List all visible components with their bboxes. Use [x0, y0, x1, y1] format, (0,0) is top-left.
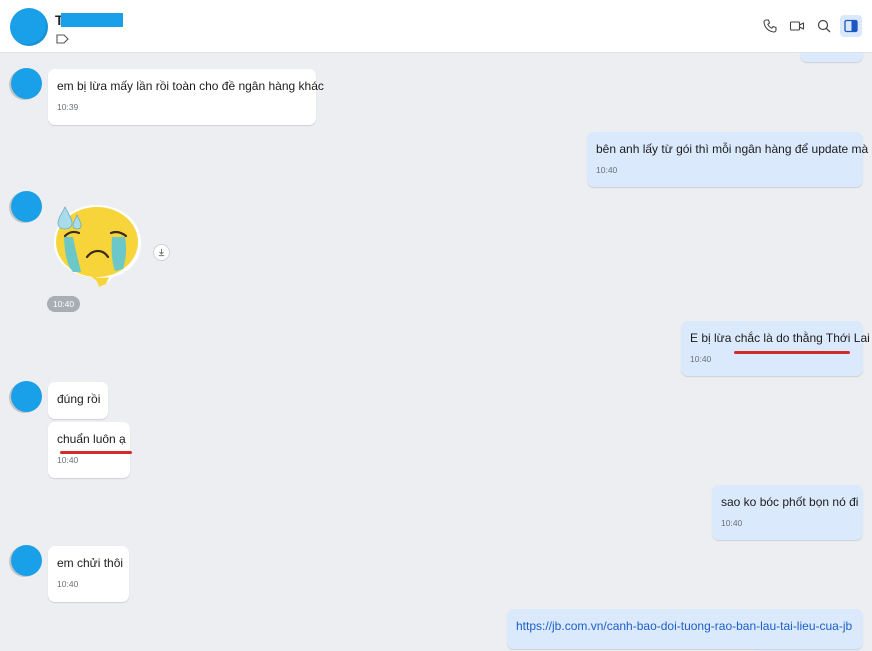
sender-avatar[interactable] [11, 545, 42, 576]
sender-avatar[interactable] [11, 381, 42, 412]
sticker-time-badge: 10:40 [47, 296, 80, 312]
message-text: bên anh lấy từ gói thì mỗi ngân hàng để … [596, 142, 869, 156]
annotation-underline [60, 451, 132, 454]
message-bubble-received[interactable]: em bị lừa mấy lần rồi toàn cho đề ngân h… [48, 69, 324, 125]
chat-header: T [0, 0, 872, 53]
tag-icon[interactable] [56, 34, 69, 44]
message-text: đúng rồi [57, 392, 101, 406]
phone-icon[interactable] [760, 16, 780, 36]
message-time: 10:40 [721, 518, 743, 528]
message-bubble-sent-link[interactable]: https://jb.com.vn/canh-bao-doi-tuong-rao… [507, 609, 863, 649]
video-call-icon[interactable] [787, 16, 807, 36]
message-text: em chửi thôi [57, 556, 124, 570]
sender-avatar[interactable] [11, 68, 42, 99]
download-icon [158, 248, 165, 257]
crying-sweat-emoji-sticker[interactable] [51, 201, 143, 289]
message-list[interactable]: em bị lừa mấy lần rồi toàn cho đề ngân h… [0, 53, 872, 651]
message-bubble-received[interactable]: đúng rồi [48, 382, 108, 419]
download-button[interactable] [153, 244, 170, 261]
message-text: sao ko bóc phốt bọn nó đi [721, 495, 859, 509]
annotation-underline [734, 351, 850, 354]
message-time: 10:40 [57, 455, 79, 465]
search-icon[interactable] [814, 16, 834, 36]
message-bubble-sent[interactable]: E bị lừa chắc là do thằng Thới Lai 10:40 [681, 321, 870, 376]
message-time: 10:40 [57, 579, 79, 589]
name-redaction [61, 13, 123, 27]
message-bubble-received[interactable]: em chửi thôi 10:40 [48, 546, 129, 602]
message-text: em bị lừa mấy lần rồi toàn cho đề ngân h… [57, 79, 324, 93]
contact-avatar[interactable] [10, 8, 48, 46]
sender-avatar[interactable] [11, 191, 42, 222]
message-text: chuẩn luôn ạ [57, 432, 126, 446]
message-time: 10:40 [690, 354, 712, 364]
message-bubble-sent[interactable]: sao ko bóc phốt bọn nó đi 10:40 [712, 485, 863, 540]
message-bubble-received[interactable]: chuẩn luôn ạ 10:40 [48, 422, 130, 478]
message-time: 10:40 [596, 165, 618, 175]
message-bubble-cutoff [800, 53, 863, 62]
message-text: E bị lừa chắc là do thằng Thới Lai [690, 331, 870, 345]
message-link[interactable]: https://jb.com.vn/canh-bao-doi-tuong-rao… [516, 618, 854, 634]
sidebar-toggle-icon[interactable] [840, 15, 862, 37]
message-time: 10:39 [57, 102, 79, 112]
message-bubble-sent[interactable]: bên anh lấy từ gói thì mỗi ngân hàng để … [587, 132, 869, 187]
